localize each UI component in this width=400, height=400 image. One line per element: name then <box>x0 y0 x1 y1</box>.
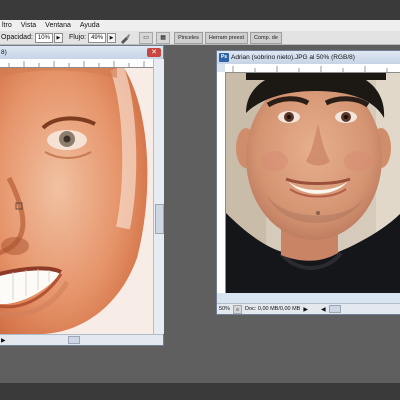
opacity-field[interactable]: 10% <box>34 32 53 43</box>
horizontal-ruler <box>225 64 400 73</box>
photoshop-icon: Ps <box>219 53 229 62</box>
flow-label: Flujo: <box>68 34 87 41</box>
tab-pinceles[interactable]: Pinceles <box>174 31 203 44</box>
painted-portrait <box>0 68 153 334</box>
left-doc-titlebar[interactable]: 8) ✕ <box>0 46 163 59</box>
panel-well: Pinceles Herram preest Comp. de <box>174 31 282 44</box>
opacity-dropdown-icon[interactable]: ▶ <box>53 32 63 43</box>
horizontal-ruler <box>0 59 153 68</box>
tab-herramientas-preestablecidas[interactable]: Herram preest <box>204 31 249 44</box>
flow-dropdown-icon[interactable]: ▶ <box>107 32 117 43</box>
zoom-level[interactable]: 50% <box>219 306 230 312</box>
flow-field[interactable]: 49% <box>88 32 107 43</box>
workspace-icon[interactable]: ▦ <box>156 31 171 44</box>
horizontal-scroll-thumb[interactable] <box>68 336 80 344</box>
info-icon[interactable]: ⊙ <box>233 304 243 314</box>
document-size: Doc: 0,00 MB/0,00 MB <box>245 306 301 312</box>
ruler-ticks <box>8 61 145 67</box>
tool-options-bar: Opacidad: 10% ▶ Flujo: 49% ▶ ▭ ▦ Pincele… <box>0 31 400 45</box>
horizontal-scroll-thumb[interactable] <box>328 305 341 313</box>
left-document-window[interactable]: 8) ✕ ▶ <box>0 45 164 346</box>
menu-ventana[interactable]: Ventana <box>45 22 71 29</box>
right-doc-titlebar[interactable]: Ps Adrian (sobrino nieto).JPG al 50% (RG… <box>217 51 400 64</box>
menu-bar: ltro Vista Ventana Ayuda <box>0 20 400 31</box>
status-arrow-icon[interactable]: ▶ <box>1 337 6 344</box>
photo-canvas[interactable] <box>226 73 400 293</box>
right-status-bar: 50% ⊙ Doc: 0,00 MB/0,00 MB ▶ ◀ <box>217 303 400 314</box>
right-document-window[interactable]: Ps Adrian (sobrino nieto).JPG al 50% (RG… <box>216 50 400 315</box>
menu-vista[interactable]: Vista <box>21 22 36 29</box>
photo-portrait <box>226 73 400 293</box>
menu-ayuda[interactable]: Ayuda <box>80 22 100 29</box>
top-dark-band <box>0 0 400 20</box>
painting-canvas[interactable] <box>0 68 153 334</box>
scroll-thumb[interactable] <box>155 204 164 234</box>
close-icon[interactable]: ✕ <box>147 48 161 57</box>
vertical-ruler <box>217 72 226 293</box>
vertical-scrollbar[interactable] <box>153 59 164 334</box>
opacity-label: Opacidad: <box>1 34 33 41</box>
airbrush-icon[interactable] <box>119 32 131 44</box>
tab-composiciones[interactable]: Comp. de <box>250 31 282 44</box>
left-doc-title: 8) <box>1 49 7 56</box>
scroll-left-icon[interactable]: ◀ <box>321 306 326 313</box>
bottom-dark-band <box>0 383 400 400</box>
ruler-ticks <box>232 66 388 72</box>
status-arrow-icon[interactable]: ▶ <box>303 306 308 313</box>
right-doc-title: Adrian (sobrino nieto).JPG al 50% (RGB/8… <box>231 54 355 61</box>
menu-filtro[interactable]: ltro <box>2 22 12 29</box>
left-status-bar: ▶ <box>0 334 163 345</box>
brush-panel-icon[interactable]: ▭ <box>139 31 154 44</box>
